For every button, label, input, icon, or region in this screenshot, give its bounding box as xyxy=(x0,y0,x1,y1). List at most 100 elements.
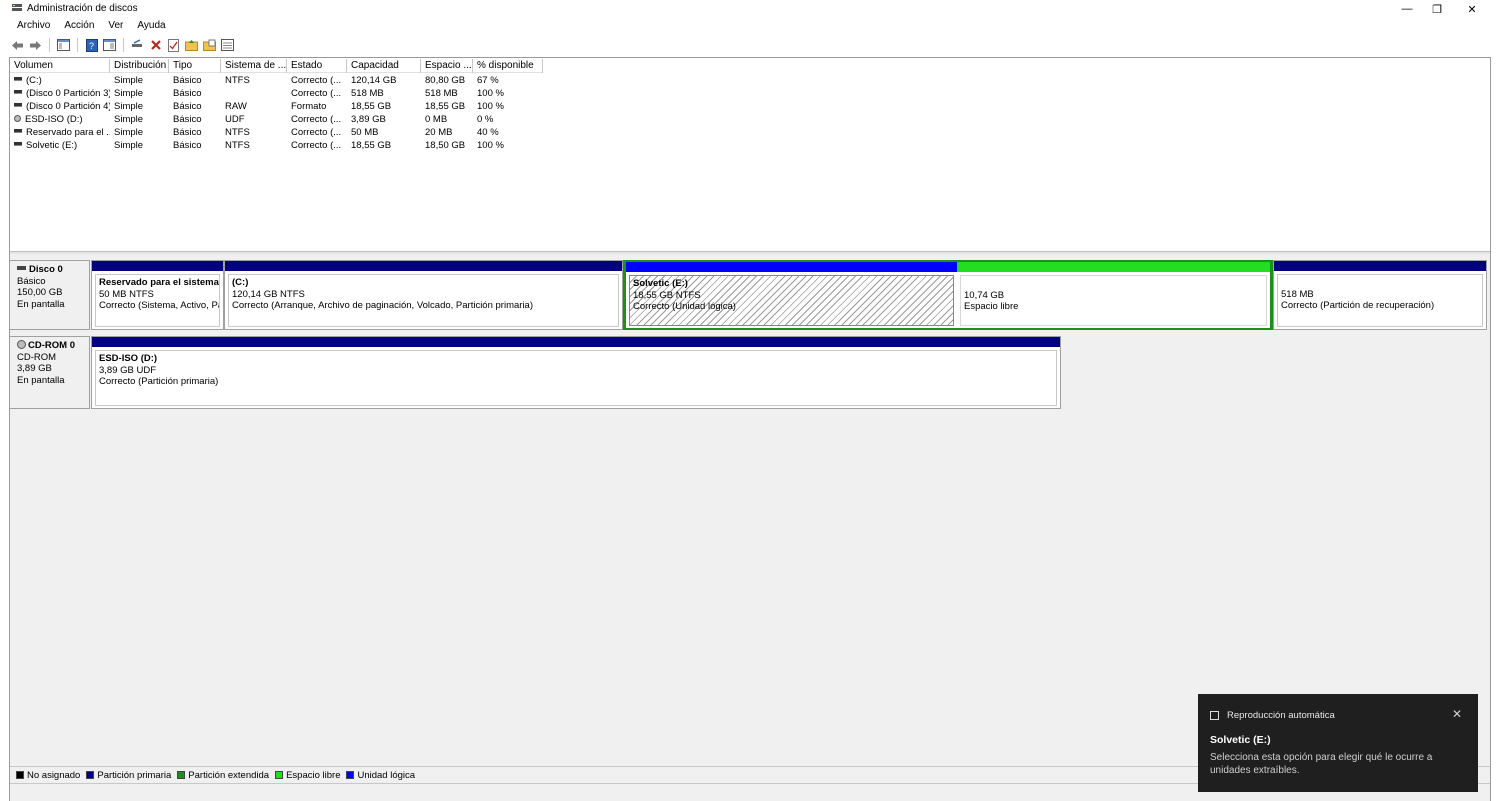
volume-status: Correcto (... xyxy=(291,114,342,125)
toast-close-icon[interactable]: ✕ xyxy=(1452,707,1462,721)
partition-name xyxy=(1281,277,1482,289)
forward-arrow-icon[interactable] xyxy=(28,38,43,53)
table-row[interactable]: (C:) Simple Básico NTFS Correcto (... 12… xyxy=(10,74,543,87)
toolbar-separator xyxy=(123,38,124,52)
menu-accion[interactable]: Acción xyxy=(57,18,101,34)
volume-free: 80,80 GB xyxy=(425,75,466,86)
volume-status: Correcto (... xyxy=(291,127,342,138)
table-row[interactable]: Solvetic (E:) Simple Básico NTFS Correct… xyxy=(10,139,543,152)
column-header-capacidad[interactable]: Capacidad xyxy=(347,59,421,73)
column-header-disponible[interactable]: % disponible xyxy=(473,59,543,73)
partition-name: (C:) xyxy=(232,277,249,288)
toolbar: ? xyxy=(10,36,235,54)
volume-name: (Disco 0 Partición 3) xyxy=(26,88,110,99)
toast-message: Selecciona esta opción para elegir qué l… xyxy=(1210,752,1433,776)
properties-pane-icon[interactable] xyxy=(56,38,71,53)
column-header-tipo[interactable]: Tipo xyxy=(169,59,221,73)
table-row[interactable]: (Disco 0 Partición 3) Simple Básico Corr… xyxy=(10,87,543,100)
volume-capacity: 18,55 GB xyxy=(351,140,392,151)
volume-pct: 100 % xyxy=(477,88,504,99)
check-icon[interactable] xyxy=(166,38,181,53)
partition-status: Correcto (Partición de recuperación) xyxy=(1281,300,1435,311)
legend-swatch-extended xyxy=(177,771,186,779)
volume-fs: RAW xyxy=(225,101,247,112)
legend-label: Partición primaria xyxy=(97,769,172,781)
volume-type: Básico xyxy=(173,127,202,138)
partition-reserved[interactable]: Reservado para el sistema 50 MB NTFS Cor… xyxy=(91,260,224,330)
volume-type: Básico xyxy=(173,140,202,151)
legend-item: No asignado xyxy=(16,770,80,781)
partition-status: Espacio libre xyxy=(964,301,1019,312)
connect-drive-icon[interactable] xyxy=(130,38,145,53)
volume-pct: 67 % xyxy=(477,75,499,86)
cdrom-0-label[interactable]: CD-ROM 0 CD-ROM 3,89 GB En pantalla xyxy=(10,336,90,409)
delete-icon[interactable] xyxy=(148,38,163,53)
volume-fs: NTFS xyxy=(225,127,250,138)
volume-free: 20 MB xyxy=(425,127,453,138)
folder-settings-icon[interactable] xyxy=(202,38,217,53)
volume-name: (C:) xyxy=(26,75,42,86)
volume-status: Formato xyxy=(291,101,327,112)
toast-header: Reproducción automática xyxy=(1227,710,1335,721)
legend-swatch-free xyxy=(275,771,284,779)
title-bar: Administración de discos — ❐ ✕ xyxy=(0,0,1500,18)
help-icon[interactable]: ? xyxy=(84,38,99,53)
column-header-volumen[interactable]: Volumen xyxy=(10,59,110,73)
menu-bar: Archivo Acción Ver Ayuda xyxy=(10,18,173,34)
console-tree-icon[interactable] xyxy=(102,38,117,53)
disk-state: En pantalla xyxy=(17,374,65,386)
minimize-button[interactable]: — xyxy=(1390,0,1424,18)
partition-bar-primary xyxy=(225,261,622,271)
menu-ver[interactable]: Ver xyxy=(101,18,130,34)
legend-swatch-logical xyxy=(346,771,355,779)
list-view-icon[interactable] xyxy=(220,38,235,53)
column-header-espacio[interactable]: Espacio ... xyxy=(421,59,473,73)
volume-layout: Simple xyxy=(114,127,144,138)
disk-0-label[interactable]: Disco 0 Básico 150,00 GB En pantalla xyxy=(10,260,90,330)
volume-status: Correcto (... xyxy=(291,88,342,99)
volume-fs xyxy=(221,87,287,100)
partition-name: Reservado para el sistema xyxy=(99,277,219,288)
menu-archivo[interactable]: Archivo xyxy=(10,18,57,34)
table-row[interactable]: ESD-ISO (D:) Simple Básico UDF Correcto … xyxy=(10,113,543,126)
partition-status: Correcto (Sistema, Activo, Par xyxy=(99,300,220,311)
partition-name: ESD-ISO (D:) xyxy=(99,353,158,364)
partition-size: 18,55 GB NTFS xyxy=(633,289,701,301)
toolbar-separator xyxy=(49,38,50,52)
volume-layout: Simple xyxy=(114,140,144,151)
restore-button[interactable]: ❐ xyxy=(1420,0,1454,18)
partition-esd-iso-d[interactable]: ESD-ISO (D:) 3,89 GB UDF Correcto (Parti… xyxy=(91,336,1061,409)
legend-label: No asignado xyxy=(27,769,81,781)
partition-name: Solvetic (E:) xyxy=(633,278,688,289)
column-header-distribucion[interactable]: Distribución xyxy=(110,59,169,73)
column-header-sistema[interactable]: Sistema de ... xyxy=(221,59,287,73)
volume-type: Básico xyxy=(173,88,202,99)
legend-label: Espacio libre xyxy=(286,769,341,781)
menu-ayuda[interactable]: Ayuda xyxy=(130,18,172,34)
autoplay-toast[interactable]: Reproducción automática ✕ Solvetic (E:) … xyxy=(1198,694,1478,792)
partition-status: Correcto (Unidad lógica) xyxy=(633,301,736,312)
toolbar-separator xyxy=(77,38,78,52)
close-button[interactable]: ✕ xyxy=(1455,0,1489,18)
table-row[interactable]: (Disco 0 Partición 4) Simple Básico RAW … xyxy=(10,100,543,113)
partition-solvetic-e[interactable]: Solvetic (E:) 18,55 GB NTFS Correcto (Un… xyxy=(626,262,957,328)
back-arrow-icon[interactable] xyxy=(10,38,25,53)
column-header-estado[interactable]: Estado xyxy=(287,59,347,73)
partition-status: Correcto (Arranque, Archivo de paginació… xyxy=(232,300,533,311)
folder-up-icon[interactable] xyxy=(184,38,199,53)
partition-c[interactable]: (C:) 120,14 GB NTFS Correcto (Arranque, … xyxy=(224,260,623,330)
partition-size: 10,74 GB xyxy=(964,289,1005,301)
partition-recovery[interactable]: 518 MB Correcto (Partición de recuperaci… xyxy=(1273,260,1487,330)
partition-size: 50 MB NTFS xyxy=(99,288,154,300)
disk-icon xyxy=(17,266,26,271)
legend-label: Partición extendida xyxy=(188,769,270,781)
svg-text:?: ? xyxy=(89,41,94,51)
disk-volume-icon xyxy=(14,129,22,134)
partition-size: 120,14 GB NTFS xyxy=(232,288,305,300)
volume-free: 18,50 GB xyxy=(425,140,466,151)
partition-name xyxy=(964,278,1266,290)
volume-name: (Disco 0 Partición 4) xyxy=(26,101,110,112)
volume-capacity: 3,89 GB xyxy=(351,114,386,125)
partition-free-space[interactable]: 10,74 GB Espacio libre xyxy=(957,262,1270,328)
table-row[interactable]: Reservado para el ... Simple Básico NTFS… xyxy=(10,126,543,139)
